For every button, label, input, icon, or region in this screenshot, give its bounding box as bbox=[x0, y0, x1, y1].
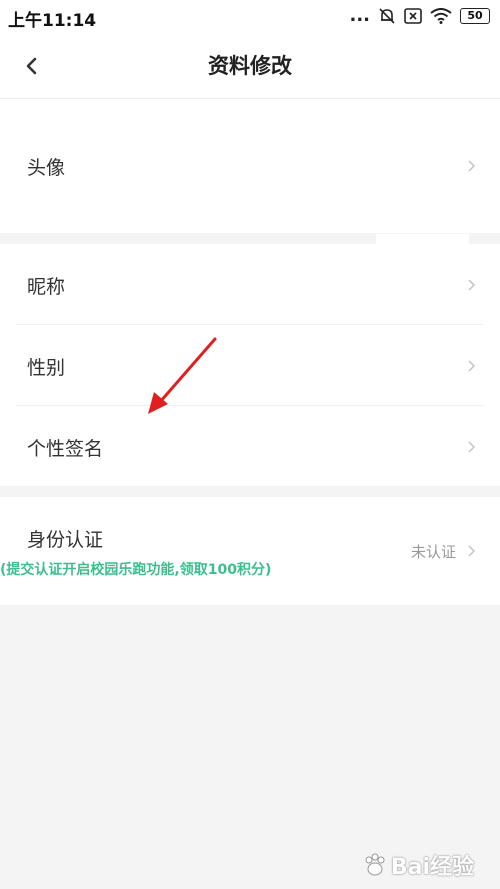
watermark-text: Bai经验 bbox=[390, 855, 474, 880]
paw-icon bbox=[365, 853, 385, 876]
annotation-arrow bbox=[148, 337, 217, 414]
baidu-watermark: Bai经验 bbox=[361, 849, 474, 881]
